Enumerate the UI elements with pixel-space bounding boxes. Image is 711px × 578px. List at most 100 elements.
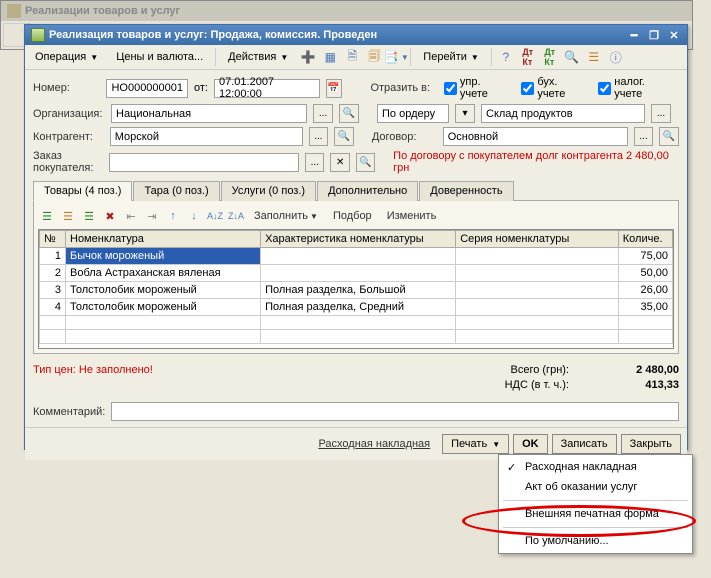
tab-goods[interactable]: Товары (4 поз.)	[33, 181, 132, 201]
contr-select-button[interactable]: ...	[309, 127, 329, 146]
dtkt2-icon[interactable]: ДтКт	[542, 49, 558, 65]
col-nom[interactable]: Номенклатура	[66, 231, 261, 248]
dogovor-field[interactable]: Основной	[443, 127, 628, 146]
table-row[interactable]	[40, 330, 673, 344]
change-button[interactable]: Изменить	[381, 210, 443, 222]
save-button[interactable]: Записать	[552, 434, 617, 454]
goto-menu[interactable]: Перейти▼	[417, 48, 485, 66]
zakaz-select-button[interactable]: ...	[305, 153, 324, 172]
tab-dover[interactable]: Доверенность	[419, 181, 513, 201]
contr-field[interactable]: Морской	[110, 127, 303, 146]
help-icon[interactable]: ?	[498, 49, 514, 65]
col-ser[interactable]: Серия номенклатуры	[456, 231, 619, 248]
sort-desc-icon[interactable]: Z↓A	[227, 207, 245, 225]
menu-default[interactable]: По умолчанию...	[501, 531, 690, 551]
dogovor-label: Договор:	[372, 131, 437, 143]
inner-title-text: Реализация товаров и услуг: Продажа, ком…	[49, 29, 377, 41]
move-up-icon[interactable]: ↑	[164, 207, 182, 225]
org-label: Организация:	[33, 108, 105, 120]
post-icon[interactable]: ➕	[300, 49, 316, 65]
menu-rashod[interactable]: Расходная накладная	[501, 457, 690, 477]
add-row-icon[interactable]: ☰	[38, 207, 56, 225]
print-button[interactable]: Печать▼	[442, 434, 509, 454]
zakaz-clear-button[interactable]: ✕	[330, 153, 349, 172]
table-row[interactable]	[40, 316, 673, 330]
info-icon[interactable]: ⓘ	[608, 49, 624, 65]
comment-field[interactable]	[111, 402, 679, 421]
nalog-checkbox[interactable]: налог. учете	[598, 76, 671, 100]
zakaz-field[interactable]	[109, 153, 299, 172]
upr-checkbox[interactable]: упр. учете	[444, 76, 507, 100]
tab-content: ☰ ☰ ☰ ✖ ⇤ ⇥ ↑ ↓ A↓Z Z↓A Заполнить▼ Подбо…	[33, 200, 679, 354]
doc2-icon[interactable]: 🗎	[344, 49, 360, 65]
from-label: от:	[194, 82, 208, 94]
dogovor-select-button[interactable]: ...	[634, 127, 654, 146]
table-row[interactable]: 1 Бычок мороженый 75,00	[40, 248, 673, 265]
fill-menu[interactable]: Заполнить▼	[248, 210, 324, 222]
actions-menu[interactable]: Действия▼	[222, 48, 294, 66]
col-char[interactable]: Характеристика номенклатуры	[261, 231, 456, 248]
rashod-link[interactable]: Расходная накладная	[310, 435, 438, 453]
bux-checkbox[interactable]: бух. учете	[521, 76, 584, 100]
table-row[interactable]: 2 Вобла Астраханская вяленая 50,00	[40, 265, 673, 282]
contr-label: Контрагент:	[33, 131, 104, 143]
outer-doc-icon	[7, 4, 21, 18]
col-qty[interactable]: Количе.	[618, 231, 672, 248]
org-find-button[interactable]: 🔍	[339, 104, 359, 123]
doc-icon[interactable]: ▦	[322, 49, 338, 65]
calendar-button[interactable]: 📅	[326, 79, 342, 98]
nds-label: НДС (в т. ч.):	[505, 379, 569, 391]
price-type-warning: Тип цен: Не заполнено!	[33, 364, 153, 394]
nds-value: 413,33	[599, 379, 679, 391]
podbor-button[interactable]: Подбор	[327, 210, 378, 222]
date-field[interactable]: 07.01.2007 12:00:00	[214, 79, 320, 98]
find-icon[interactable]: 🔍	[564, 49, 580, 65]
edit-row-icon[interactable]: ☰	[59, 207, 77, 225]
copy-icon[interactable]: 🗐	[366, 49, 382, 65]
order-field[interactable]: По ордеру	[377, 104, 449, 123]
outer-title-text: Реализации товаров и услуг	[25, 5, 180, 17]
number-field[interactable]: НО000000001	[106, 79, 188, 98]
dogovor-find-button[interactable]: 🔍	[659, 127, 679, 146]
prices-button[interactable]: Цены и валюта...	[110, 48, 209, 66]
maximize-button[interactable]: ❐	[647, 28, 661, 42]
copy-row-icon[interactable]: ☰	[80, 207, 98, 225]
inner-title-bar[interactable]: Реализация товаров и услуг: Продажа, ком…	[25, 25, 687, 45]
sort-asc-icon[interactable]: A↓Z	[206, 207, 224, 225]
close-form-button[interactable]: Закрыть	[621, 434, 681, 454]
delete-row-icon[interactable]: ✖	[101, 207, 119, 225]
close-button[interactable]: ✕	[667, 28, 681, 42]
operation-menu[interactable]: Операция▼	[29, 48, 104, 66]
ok-button[interactable]: OK	[513, 434, 548, 454]
org-select-button[interactable]: ...	[313, 104, 333, 123]
order-dd-button[interactable]: ▾	[455, 104, 475, 123]
move-top-icon[interactable]: ⇤	[122, 207, 140, 225]
menu-separator	[503, 500, 688, 501]
minimize-button[interactable]: ━	[627, 28, 641, 42]
menu-external-form[interactable]: Внешняя печатная форма	[501, 504, 690, 524]
table-row[interactable]: 3 Толстолобик мороженый Полная разделка,…	[40, 282, 673, 299]
debt-warning: По договору с покупателем долг контраген…	[393, 150, 679, 174]
number-label: Номер:	[33, 82, 100, 94]
move-down-icon[interactable]: ↓	[185, 207, 203, 225]
basis-icon[interactable]: 📑▼	[388, 49, 404, 65]
grid-toolbar: ☰ ☰ ☰ ✖ ⇤ ⇥ ↑ ↓ A↓Z Z↓A Заполнить▼ Подбо…	[38, 205, 674, 229]
goods-grid[interactable]: № Номенклатура Характеристика номенклату…	[39, 230, 673, 344]
tab-tara[interactable]: Тара (0 поз.)	[133, 181, 219, 201]
tab-services[interactable]: Услуги (0 поз.)	[221, 181, 316, 201]
tab-extra[interactable]: Дополнительно	[317, 181, 418, 201]
stock-field[interactable]: Склад продуктов	[481, 104, 645, 123]
table-row[interactable]: 4 Толстолобик мороженый Полная разделка,…	[40, 299, 673, 316]
total-label: Всего (грн):	[511, 364, 570, 376]
col-n[interactable]: №	[40, 231, 66, 248]
menu-akt[interactable]: Акт об оказании услуг	[501, 477, 690, 497]
zakaz-find-button[interactable]: 🔍	[356, 153, 375, 172]
struct-icon[interactable]: ☰	[586, 49, 602, 65]
org-field[interactable]: Национальная	[111, 104, 307, 123]
dtkt-icon[interactable]: ДтКт	[520, 49, 536, 65]
comment-label: Комментарий:	[33, 406, 105, 418]
move-end-icon[interactable]: ⇥	[143, 207, 161, 225]
stock-select-button[interactable]: ...	[651, 104, 671, 123]
inner-toolbar: Операция▼ Цены и валюта... Действия▼ ➕ ▦…	[25, 45, 687, 70]
contr-find-button[interactable]: 🔍	[334, 127, 354, 146]
